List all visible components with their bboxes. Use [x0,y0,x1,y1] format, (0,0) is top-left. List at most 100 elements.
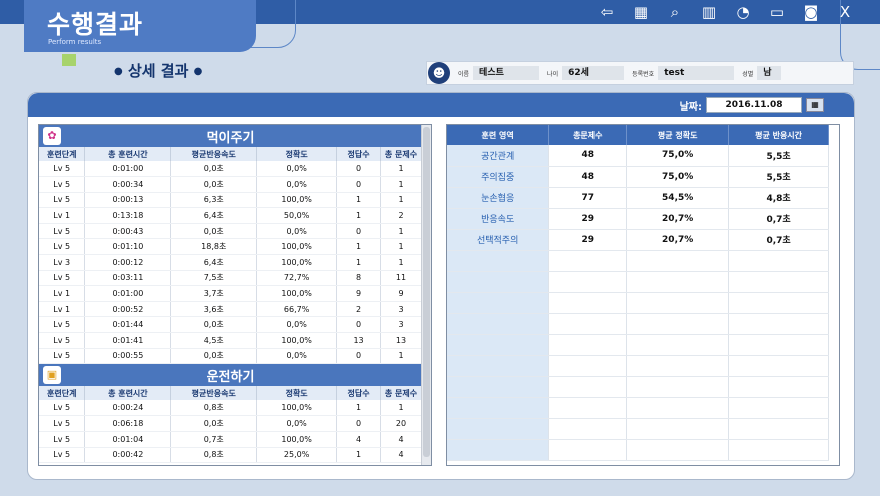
section-title: ● 상세 결과 ● [114,60,202,81]
table-cell: 6,3초 [170,192,258,209]
table-cell: 72,7% [256,270,338,287]
table-cell: 4 [380,447,422,464]
table-cell: 4,8초 [728,187,829,209]
empty-row [447,418,829,440]
table-cell: 1 [336,447,381,464]
empty-cell [728,439,829,461]
table-cell: 1 [380,192,422,209]
scrollbar-thumb[interactable] [423,127,430,457]
search-report-icon[interactable]: ⌕ [662,1,688,23]
age-label: 나이 [547,70,559,78]
empty-cell [626,313,730,335]
table-cell: 50,0% [256,207,338,224]
table-cell: Lv 5 [39,270,86,287]
table-cell: 1 [380,238,422,256]
table-cell: 0,0초 [170,176,258,193]
table-cell: Lv 1 [39,207,86,224]
section-title-text: 상세 결과 [127,62,189,80]
empty-cell [626,292,730,314]
table-cell: 29 [548,208,628,230]
table-cell: 1 [380,223,422,240]
empty-cell [548,355,628,377]
empty-cell [447,250,550,272]
gender-field: 성별 남 [742,66,782,80]
table-row: Lv 5 0:00:42 0,8초 25,0% 1 4 [39,447,422,464]
table-cell: Lv 5 [39,348,86,365]
table-cell: 3,7초 [170,285,258,302]
empty-cell [447,271,550,293]
empty-row [447,292,829,314]
table-cell: 0:01:04 [84,431,172,448]
table-row: Lv 5 0:03:11 7,5초 72,7% 8 11 [39,270,422,287]
name-label: 이름 [458,70,470,78]
panel-header: 날짜: 2016.11.08 ▦ [28,93,854,117]
empty-cell [728,271,829,293]
column-header: 평균반응속도 [170,147,258,161]
date-selector: 날짜: 2016.11.08 ▦ [680,97,824,113]
calendar-picker-icon[interactable]: ▦ [806,98,824,112]
table-cell: Lv 5 [39,316,86,334]
table-cell: 1 [336,254,382,271]
column-header: 평균반응속도 [170,386,258,401]
game-results-panel: ✿ 먹이주기 훈련단계 총 훈련시간 평균반응속도 정확도 정답수 총 문제수 Lv 50… [38,124,432,466]
table-cell: 0,0초 [170,348,258,365]
table-cell: 100,0% [256,431,338,448]
table-cell: 0,0% [256,223,338,240]
feeding-results-table: 훈련단계 총 훈련시간 평균반응속도 정확도 정답수 총 문제수 Lv 5 0:01:00 0… [39,147,422,365]
gender-value: 남 [757,66,782,80]
column-header: 훈련 영역 [447,125,550,145]
table-cell: 0:00:42 [84,447,172,464]
calendar-icon[interactable]: ▦ [628,1,654,23]
table-cell: 2 [380,207,422,224]
page-subtitle: Perform results [48,38,102,46]
excel-icon[interactable]: X [832,1,858,23]
empty-cell [548,439,628,461]
empty-cell [728,292,829,314]
camera-icon[interactable]: ◙ [798,1,824,23]
table-cell: 1 [380,176,422,193]
empty-cell [728,376,829,398]
bar-chart-icon[interactable]: ▥ [696,1,722,23]
empty-cell [626,397,730,419]
table-cell: 0 [336,415,381,432]
table-cell: 0:00:34 [84,176,172,193]
table-cell: 7,5초 [170,270,258,287]
table-cell: 0,8초 [170,447,258,464]
table-cell: 54,5% [626,187,730,209]
game-header-feeding: ✿ 먹이주기 [39,125,422,147]
table-cell: 공간관계 [447,145,550,167]
id-value: test [658,66,735,80]
game-header-driving: ▣ 운전하기 [39,364,422,387]
column-header: 총 문제수 [380,147,422,161]
table-cell: 77 [548,187,628,209]
id-field: 등록번호 test [632,66,735,80]
game-title: 운전하기 [206,369,255,385]
table-cell: 0:01:00 [84,161,172,178]
table-cell: 주의집중 [447,166,550,188]
table-row: Lv 5 0:01:41 4,5초 100,0% 13 13 [39,332,422,349]
back-icon[interactable]: ⇦ [594,1,620,23]
scrollbar[interactable] [421,125,431,465]
name-field: 이름 테스트 [458,66,540,80]
table-cell: 0,7초 [728,208,829,230]
empty-cell [447,439,550,461]
table-cell: 0,0초 [170,316,258,334]
page-title: 수행결과 [47,10,144,39]
date-input[interactable]: 2016.11.08 [706,97,802,113]
table-cell: 0:00:12 [84,254,172,271]
table-cell: 1 [380,254,422,271]
empty-cell [548,397,628,419]
empty-row [447,397,829,419]
table-cell: 0:01:00 [84,285,172,302]
empty-cell [447,313,550,335]
table-cell: Lv 5 [39,431,86,448]
pie-chart-icon[interactable]: ◔ [730,1,756,23]
empty-cell [447,418,550,440]
table-cell: 48 [548,145,628,167]
bullet-icon: ● [114,66,123,77]
table-cell: 0,0초 [170,223,258,240]
table-cell: 반응속도 [447,208,550,230]
table-cell: 100,0% [256,400,338,417]
monitor-icon[interactable]: ▭ [764,1,790,23]
table-cell: 0,0% [256,348,338,365]
